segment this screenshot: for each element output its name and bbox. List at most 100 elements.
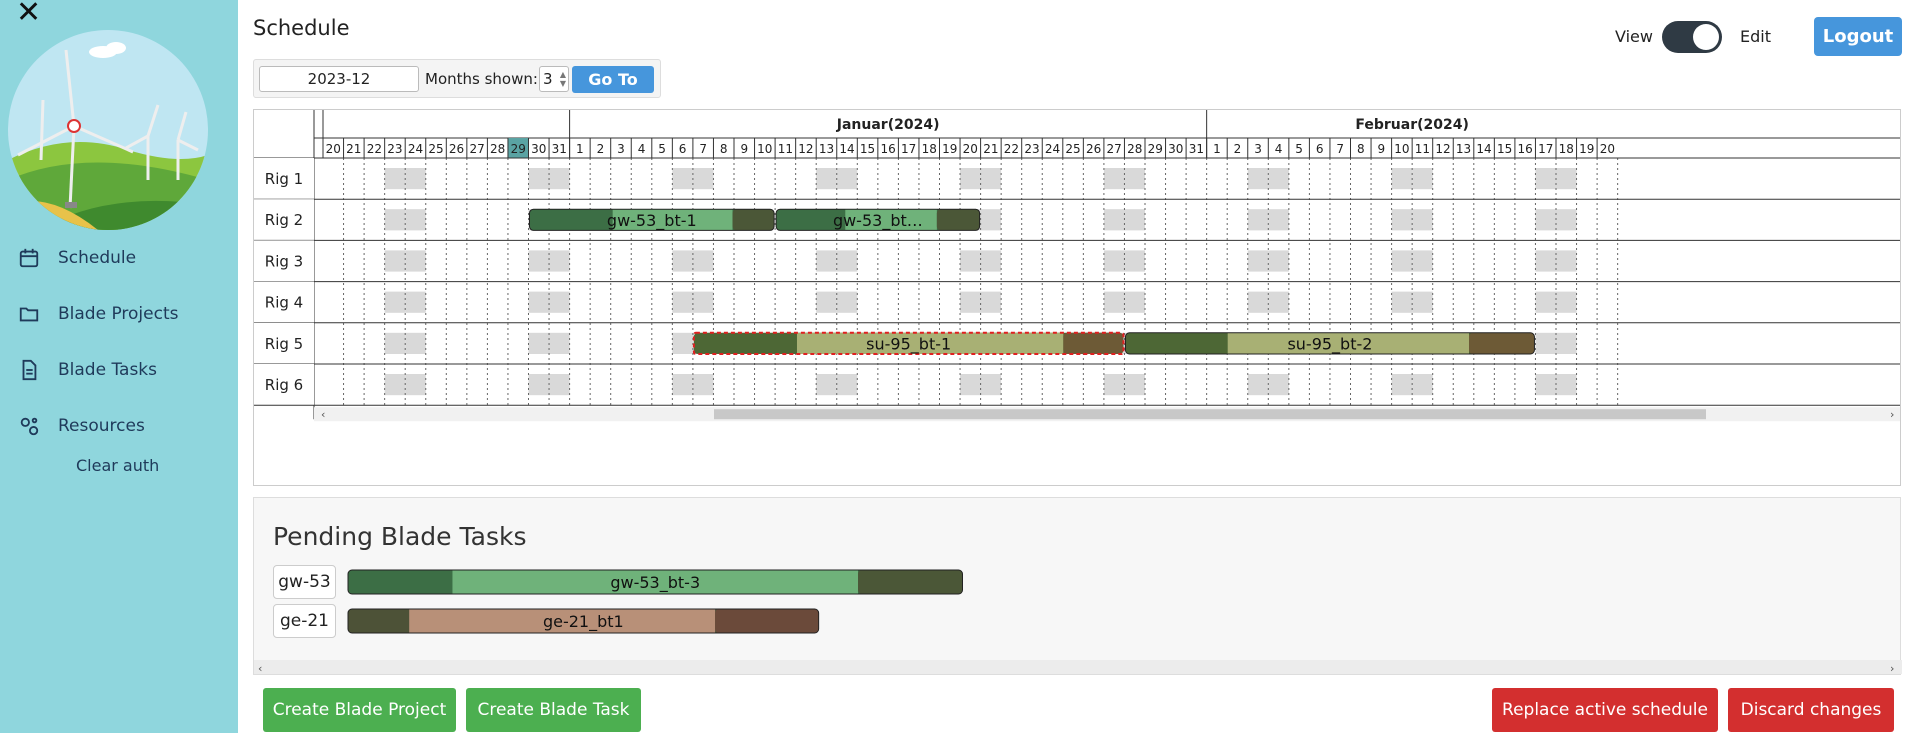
day-label: 21	[983, 142, 998, 156]
weekend-cell	[1268, 250, 1289, 272]
task-bar[interactable]: gw-53_bt-1	[529, 208, 775, 231]
day-label: 26	[1086, 142, 1101, 156]
month-label: Januar(2024)	[836, 117, 940, 133]
sidebar-item-label: Schedule	[58, 248, 137, 268]
weekend-cell	[1535, 374, 1556, 396]
rig-label: Rig 3	[265, 252, 303, 270]
weekend-cell	[980, 168, 1002, 190]
day-label: 10	[757, 142, 772, 156]
weekend-cell	[549, 291, 570, 313]
weekend-cell	[1391, 168, 1413, 190]
view-label: View	[1615, 27, 1653, 46]
spinner-icon[interactable]: ▲ ▼	[560, 70, 566, 88]
sidebar-item-blade-tasks[interactable]: Blade Tasks	[18, 359, 157, 381]
day-label: 28	[490, 142, 505, 156]
day-label: 25	[1065, 142, 1080, 156]
view-edit-toggle[interactable]	[1662, 21, 1722, 53]
gantt-chart: Januar(2024) Februar(2024) 20 21 22 23 24 25 26 2…	[253, 109, 1901, 486]
day-label: 8	[1357, 142, 1365, 156]
weekend-cell	[980, 291, 1002, 313]
weekend-cell	[405, 209, 426, 231]
day-label: 18	[922, 142, 937, 156]
weekend-cell	[1268, 291, 1289, 313]
task-bar-border	[347, 569, 963, 595]
rig-label: Rig 4	[265, 294, 303, 312]
weekend-cell	[1124, 291, 1145, 313]
weekend-cell	[980, 209, 1002, 231]
task-bar[interactable]: su-95_bt-1	[692, 331, 1125, 356]
rig-label: Rig 6	[265, 376, 303, 394]
pending-task-bar[interactable]: ge-21_bt1	[347, 608, 820, 634]
weekend-cell	[528, 291, 550, 313]
folder-icon	[19, 307, 39, 322]
create-blade-project-button[interactable]: Create Blade Project	[263, 688, 456, 732]
logout-button[interactable]: Logout	[1814, 17, 1902, 56]
day-label: 28	[1127, 142, 1142, 156]
scrollbar-thumb[interactable]	[714, 409, 1706, 420]
day-label: 19	[1579, 142, 1594, 156]
day-label: 6	[1316, 142, 1324, 156]
pending-task-bar[interactable]: gw-53_bt-3	[347, 569, 963, 595]
day-label: 22	[1004, 142, 1019, 156]
day-label: 23	[387, 142, 402, 156]
weekend-cell	[528, 374, 550, 396]
day-label: 30	[1168, 142, 1183, 156]
replace-schedule-button[interactable]: Replace active schedule	[1492, 688, 1718, 732]
day-label: 5	[1295, 142, 1303, 156]
month-input[interactable]: 2023-12	[259, 66, 419, 92]
day-label: 4	[638, 142, 646, 156]
sidebar-item-resources[interactable]: Resources	[18, 415, 145, 437]
weekend-cell	[1268, 209, 1289, 231]
day-label: 27	[469, 142, 484, 156]
create-blade-task-button[interactable]: Create Blade Task	[466, 688, 641, 732]
day-label: 12	[1435, 142, 1450, 156]
weekend-cell	[960, 250, 981, 272]
task-bar-bg	[348, 609, 819, 633]
windmill-logo	[8, 30, 208, 230]
sidebar-item-blade-projects[interactable]: Blade Projects	[18, 303, 178, 325]
day-label: 31	[552, 142, 567, 156]
months-shown-value: 3	[543, 70, 553, 88]
day-label: 5	[658, 142, 666, 156]
sidebar-item-label: Blade Tasks	[58, 360, 158, 380]
month-label: Februar(2024)	[1355, 117, 1469, 133]
day-label: 25	[428, 142, 443, 156]
clear-auth-link[interactable]: Clear auth	[76, 456, 159, 475]
weekend-cell	[692, 291, 714, 313]
weekend-cell	[1124, 168, 1145, 190]
months-shown-input[interactable]: 3 ▲ ▼	[539, 66, 569, 92]
day-label: 24	[1045, 142, 1060, 156]
weekend-cell	[692, 250, 714, 272]
task-bar[interactable]: su-95_bt-2	[1124, 332, 1535, 355]
weekend-cell	[528, 250, 550, 272]
pending-tasks-panel: Pending Blade Tasks gw-53 ge-21 gw-53_bt…	[253, 497, 1902, 675]
task-bar-mid	[452, 570, 859, 594]
task-bar-tail	[1063, 332, 1124, 354]
discard-changes-button[interactable]: Discard changes	[1728, 688, 1894, 732]
go-to-button[interactable]: Go To	[572, 66, 654, 93]
day-label: 3	[1254, 142, 1262, 156]
day-label: 29	[511, 142, 526, 156]
date-controls: 2023-12 Months shown: 3 ▲ ▼ Go To	[253, 59, 661, 98]
weekend-cell	[405, 291, 426, 313]
day-label: 1	[1213, 142, 1221, 156]
weekend-cell	[692, 374, 714, 396]
weekend-cell	[1391, 250, 1413, 272]
weekend-cell	[549, 332, 570, 354]
day-label: 22	[367, 142, 382, 156]
rig-label: Rig 5	[265, 335, 303, 353]
pending-project-code: ge-21	[273, 604, 336, 638]
close-icon[interactable]: ✕	[16, 0, 41, 28]
day-label: 31	[1189, 142, 1204, 156]
weekend-cell	[549, 168, 570, 190]
scroll-left-icon[interactable]: ‹	[321, 408, 325, 421]
weekend-cell	[1247, 168, 1269, 190]
weekend-cell	[816, 168, 837, 190]
task-bar[interactable]: gw-53_bt…	[775, 208, 981, 231]
weekend-cell	[1391, 209, 1413, 231]
weekend-cell	[692, 168, 714, 190]
task-label: gw-53_bt…	[833, 211, 923, 231]
scroll-right-icon[interactable]: ›	[1890, 408, 1894, 421]
sidebar-item-schedule[interactable]: Schedule	[18, 247, 136, 269]
day-label: 18	[1559, 142, 1574, 156]
